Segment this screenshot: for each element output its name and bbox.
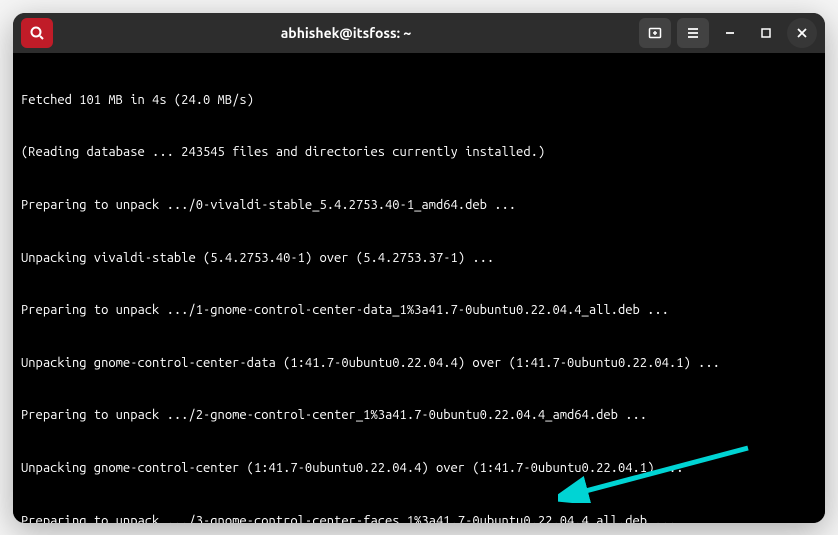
terminal-content[interactable]: Fetched 101 MB in 4s (24.0 MB/s) (Readin…: [13, 53, 825, 523]
titlebar: abhishek@itsfoss: ~: [13, 13, 825, 53]
menu-button[interactable]: [677, 18, 709, 48]
maximize-icon: [758, 25, 774, 41]
minimize-icon: [722, 25, 738, 41]
new-tab-button[interactable]: [639, 18, 671, 48]
window-title: abhishek@itsfoss: ~: [53, 25, 639, 41]
terminal-line: Fetched 101 MB in 4s (24.0 MB/s): [21, 92, 817, 110]
close-icon: [794, 25, 810, 41]
maximize-button[interactable]: [751, 18, 781, 48]
search-button[interactable]: [21, 18, 53, 48]
terminal-line: Unpacking gnome-control-center-data (1:4…: [21, 355, 817, 373]
terminal-line: Unpacking vivaldi-stable (5.4.2753.40-1)…: [21, 250, 817, 268]
new-tab-icon: [647, 25, 663, 41]
terminal-line: Preparing to unpack .../2-gnome-control-…: [21, 407, 817, 425]
minimize-button[interactable]: [715, 18, 745, 48]
terminal-line: Unpacking gnome-control-center (1:41.7-0…: [21, 460, 817, 478]
terminal-window: abhishek@itsfoss: ~: [13, 13, 825, 523]
search-icon: [29, 25, 45, 41]
terminal-line: Preparing to unpack .../0-vivaldi-stable…: [21, 197, 817, 215]
terminal-line: (Reading database ... 243545 files and d…: [21, 144, 817, 162]
terminal-line: Preparing to unpack .../1-gnome-control-…: [21, 302, 817, 320]
hamburger-icon: [685, 25, 701, 41]
close-button[interactable]: [787, 18, 817, 48]
terminal-line: Preparing to unpack .../3-gnome-control-…: [21, 513, 817, 523]
